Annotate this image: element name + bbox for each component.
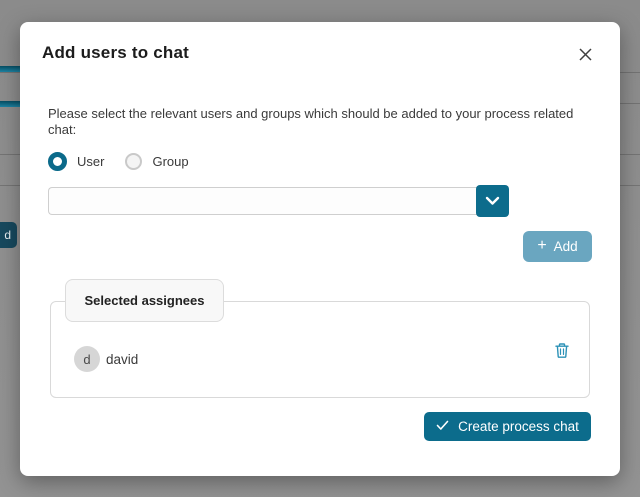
create-process-chat-button[interactable]: Create process chat xyxy=(424,412,591,441)
radio-option-group[interactable]: Group xyxy=(125,153,189,170)
close-button[interactable] xyxy=(573,44,597,68)
radio-unselected-icon xyxy=(125,153,143,170)
radio-option-user[interactable]: User xyxy=(48,152,104,171)
trash-icon xyxy=(554,342,570,362)
user-group-radio-group: User Group xyxy=(48,151,189,172)
add-button[interactable]: + Add xyxy=(523,231,592,262)
dialog-title: Add users to chat xyxy=(42,43,189,62)
add-users-to-chat-dialog: Add users to chat Please select the rele… xyxy=(20,22,620,476)
create-button-label: Create process chat xyxy=(458,419,579,434)
assignee-name: david xyxy=(106,352,139,367)
tab-selected-assignees[interactable]: Selected assignees xyxy=(65,279,224,322)
check-icon xyxy=(436,419,449,434)
close-icon xyxy=(578,47,593,65)
background-tab-indicator xyxy=(0,101,20,107)
chevron-down-icon xyxy=(485,194,500,209)
plus-icon: + xyxy=(537,237,547,254)
dialog-description: Please select the relevant users and gro… xyxy=(48,106,574,137)
add-button-label: Add xyxy=(553,239,578,254)
avatar: d xyxy=(74,346,100,372)
background-tab-indicator xyxy=(0,66,20,72)
user-select-combobox xyxy=(48,185,509,217)
radio-label: User xyxy=(77,154,105,169)
background-partial-button: d xyxy=(0,222,17,248)
remove-assignee-button[interactable] xyxy=(550,340,574,364)
radio-label: Group xyxy=(152,154,189,169)
radio-selected-icon xyxy=(48,152,67,171)
select-dropdown-button[interactable] xyxy=(476,185,509,217)
user-select-input[interactable] xyxy=(48,187,477,215)
